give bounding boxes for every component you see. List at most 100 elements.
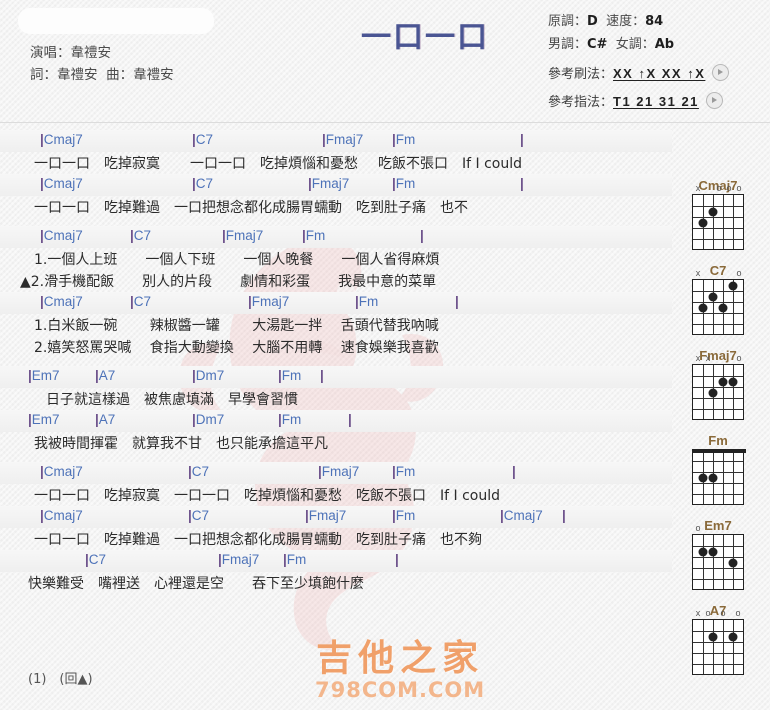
chord-name: |Fmaj7 [308,176,350,191]
chord-name: |C7 [192,132,214,147]
chord-name: |Fm [278,412,302,427]
chord-name: |C7 [188,508,210,523]
chord-name: |C7 [188,464,210,479]
finger-dot [728,377,738,386]
chord-name: |A7 [95,412,116,427]
string-markers: xo [692,268,744,279]
bar-line: | [192,176,196,191]
chord-name: |Cmaj7 [40,508,83,523]
chord-name: |Fm [392,176,416,191]
bar-line: | [512,464,516,479]
bar-line: | [188,464,192,479]
fretboard: xooo [692,608,744,675]
bar-line: | [392,464,396,479]
lyric-row: 一口一口 吃掉寂寞 一口一口 吃掉煩惱和憂愁 吃飯不張口 If I could [0,484,672,506]
tempo-value: 84 [645,14,664,29]
chord-diagram-column: Cmaj7 x o o o C7 x o Fmaj7 x x o Fm Em7 o A7 x o o o [670,178,766,688]
finger-dot [708,632,718,641]
chord-name: |C7 [85,552,107,567]
bar-line: | [348,412,352,427]
bar-line: | [392,176,396,191]
chord-sheet: |Cmaj7 |C7 |Fmaj7 |Fm | 一口一口 吃掉寂寞 一口一口 吃掉煩惱和憂愁… [0,130,672,602]
fret-grid [692,619,744,675]
chord-row: |Cmaj7 |C7 |Fmaj7 |Fm | [0,174,672,196]
bar-line: | [40,294,44,309]
chord-name: |Fm [392,464,416,479]
chord-diagram-a7: A7 x o o o [670,603,766,688]
original-key-label: 原調： [548,14,588,29]
fretboard: o [692,523,744,590]
bar-line: | [500,508,504,523]
chord-block: |Cmaj7 |C7 |Fmaj7 |Fm | 1.一個人上班 一個人下班 一個人晚餐 一… [0,226,672,358]
fret-grid [692,364,744,420]
lyric-row: 2.嬉笑怒罵哭喊 食指大動變換 大腦不用轉 速食娛樂我喜歡 [0,336,672,358]
string-line [733,365,734,419]
chord-name: |Cmaj7 [40,132,83,147]
muted-string-icon: x [705,353,711,363]
lyric-text: 1.一個人上班 一個人下班 一個人晚餐 一個人省得麻煩 [34,252,440,268]
finger-dot [708,473,718,482]
chord-name: |Fm [392,508,416,523]
bar-line: | [283,552,287,567]
play-icon-finger[interactable] [705,92,723,109]
finger-dot [698,547,708,556]
finger-dot [708,292,718,301]
bar-line: | [302,228,306,243]
fret-line [693,387,743,388]
lyric-row: 一口一口 吃掉難過 一口把想念都化成腸胃蠕動 吃到肚子痛 也不 [0,196,672,218]
muted-string-icon: x [695,608,701,618]
lyric-text: 一口一口 吃掉寂寞 一口一口 吃掉煩惱和憂愁 吃飯不張口 If I could [34,488,500,504]
bar-line: | [320,368,324,383]
lyric-row: 一口一口 吃掉寂寞 一口一口 吃掉煩惱和憂愁 吃飯不張口 If I could [0,152,672,174]
bar-line: | [395,552,399,567]
singer-label: 演唱： [30,45,71,61]
chord-name: |Fm [392,132,416,147]
play-icon-strum[interactable] [712,64,730,81]
chord-name: |C7 [130,294,152,309]
lyric-text: 一口一口 吃掉難過 一口把想念都化成腸胃蠕動 吃到肚子痛 也不夠 [34,532,482,548]
chord-name: |C7 [192,176,214,191]
chord-diagram-em7: Em7 o [670,518,766,603]
fret-line [693,494,743,495]
bar-line: | [28,368,32,383]
chord-name: |Dm7 [192,412,225,427]
chord-diagram-fm: Fm [670,433,766,518]
bar-line: | [392,508,396,523]
bar-line: | [85,552,89,567]
finger-dot [698,303,708,312]
fret-line [693,579,743,580]
female-key-value: Ab [654,37,675,52]
lyric-row: 1.一個人上班 一個人下班 一個人晚餐 一個人省得麻煩 [0,248,672,270]
chord-diagram-cmaj7: Cmaj7 x o o o [670,178,766,263]
chord-name: |Fm [283,552,307,567]
chord-name: |Cmaj7 [40,464,83,479]
chord-row: |Em7 |A7 |Dm7 |Fm | [0,366,672,388]
bar-line: | [392,132,396,147]
lyric-text: 快樂難受 嘴裡送 心裡還是空 吞下至少填飽什麼 [28,576,364,592]
lyric-row: ▲2.滑手機配飯 別人的片段 劇情和彩蛋 我最中意的菜單 [0,270,672,292]
open-string-icon: o [736,268,742,278]
bar-line: | [192,132,196,147]
chord-name: |Em7 [28,412,60,427]
fret-line [693,313,743,314]
page-title: 一口一口 [361,20,489,55]
bar-line: | [95,368,99,383]
string-line [713,195,714,249]
lyric-text: 2.嬉笑怒罵哭喊 食指大動變換 大腦不用轉 速食娛樂我喜歡 [34,340,439,356]
string-line [723,535,724,589]
bar-line: | [222,228,226,243]
fret-grid [692,194,744,250]
finger-dot [718,377,728,386]
male-key-value: C# [587,37,608,52]
chord-name: |Dm7 [192,368,225,383]
fret-line [693,398,743,399]
finger-dot [728,632,738,641]
chord-name: | [395,552,399,567]
string-line [723,620,724,674]
lyric-row: 日子就這樣過 被焦慮填滿 早學會習慣 [0,388,672,410]
chord-name: |Fmaj7 [322,132,364,147]
male-key-label: 男調： [548,37,588,52]
strum-pattern-value: XX ↑X XX ↑X [613,66,706,81]
chord-name: | [520,132,524,147]
string-markers: o [692,523,744,534]
